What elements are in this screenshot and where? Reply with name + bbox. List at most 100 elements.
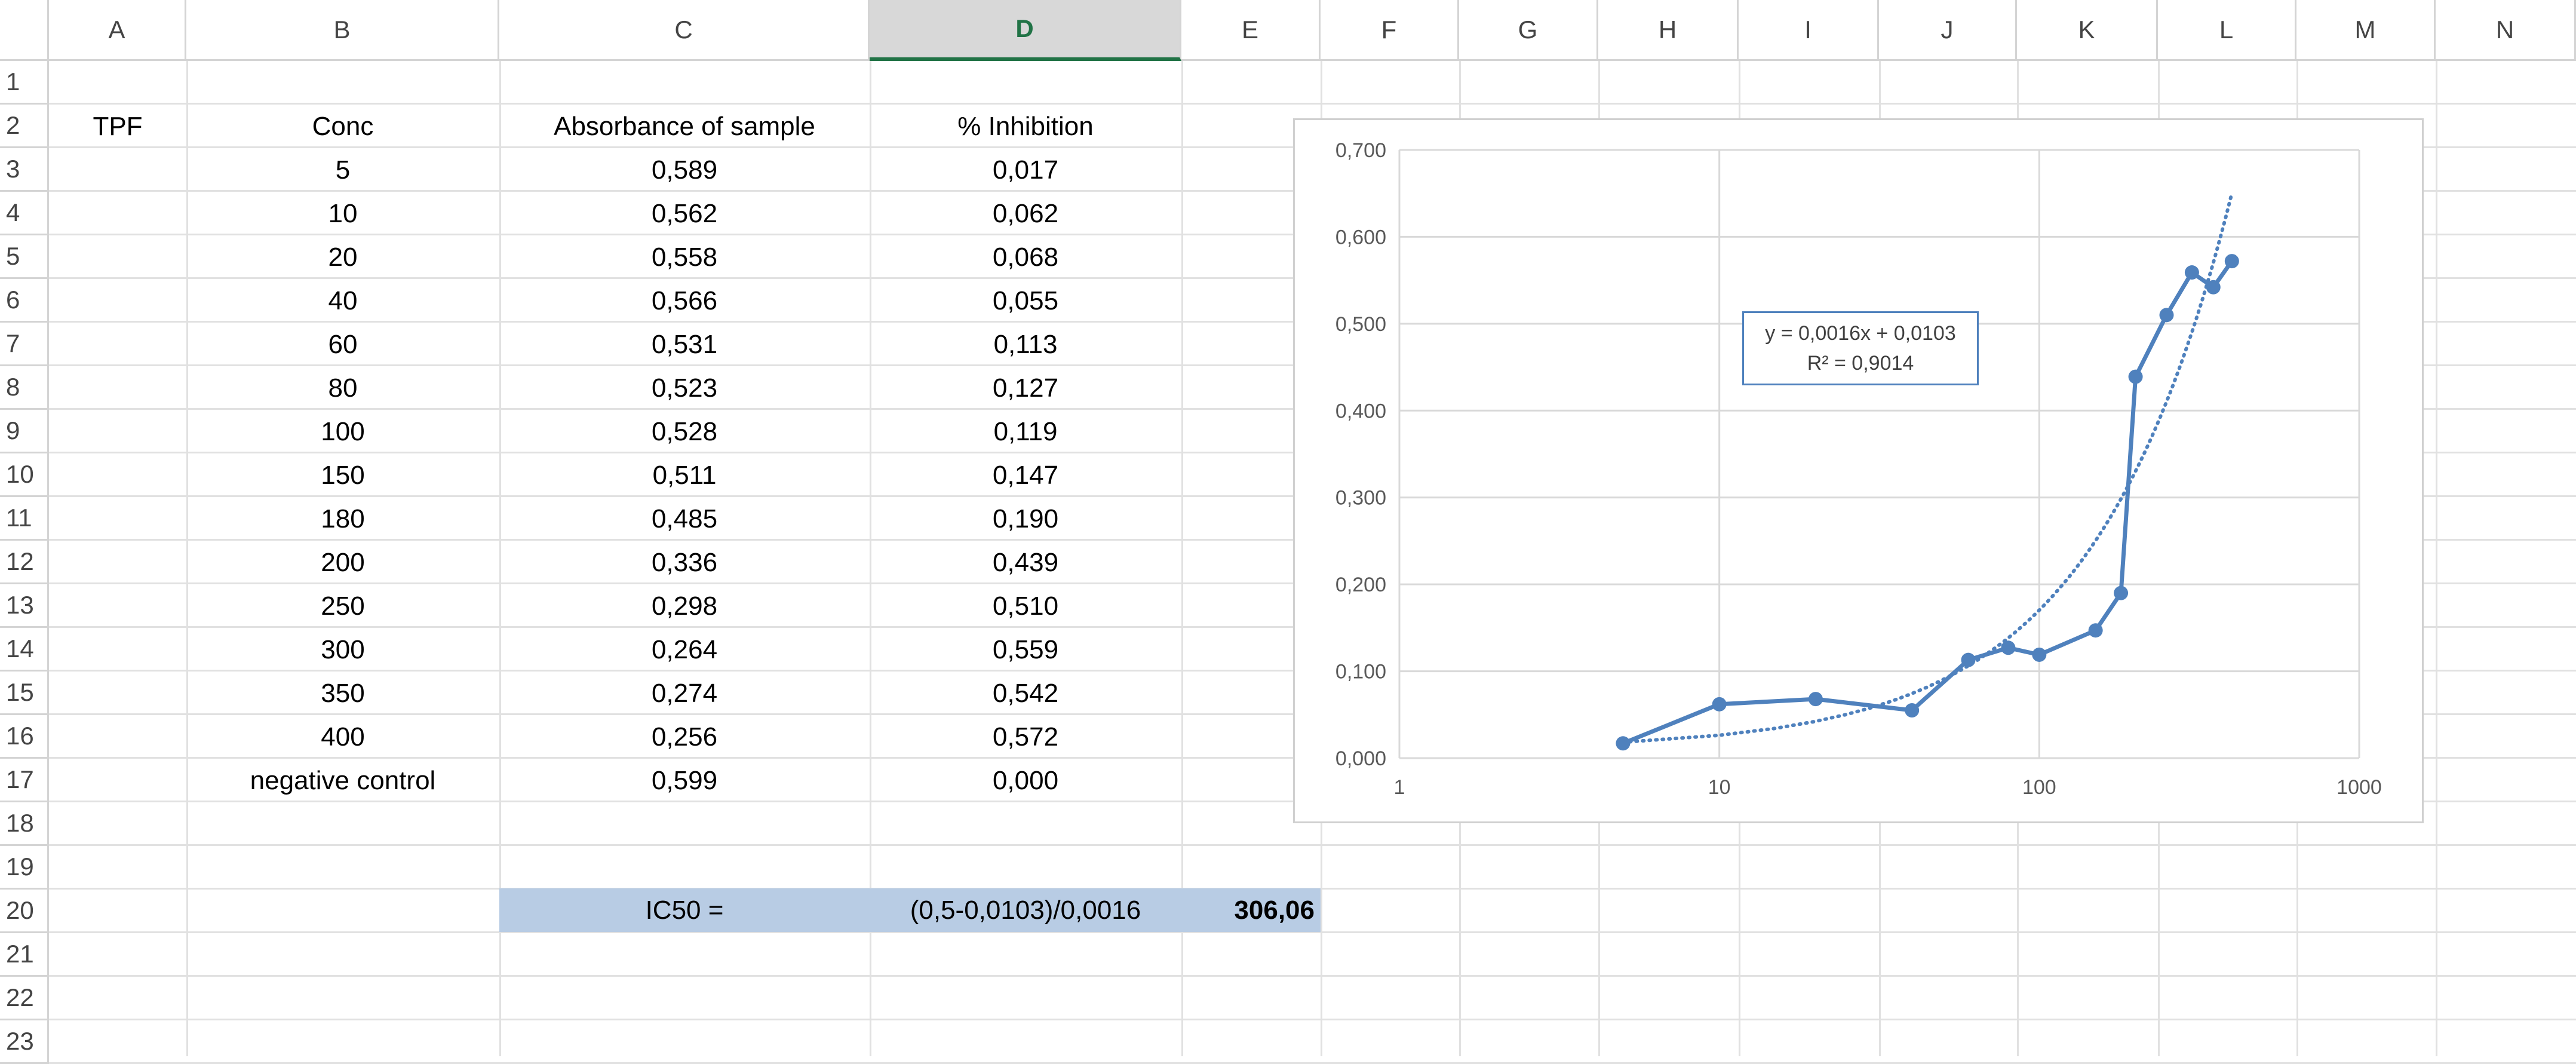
table-cell[interactable]: 180 (186, 497, 499, 541)
row-header-4[interactable]: 4 (0, 192, 49, 235)
table-cell[interactable]: 0,147 (870, 453, 1181, 497)
table-cell[interactable]: 0,055 (870, 279, 1181, 323)
table-cell[interactable]: 10 (186, 192, 499, 235)
header-cell[interactable]: Absorbance of sample (499, 105, 870, 148)
table-cell[interactable]: 0,599 (499, 759, 870, 802)
table-cell[interactable]: 0,000 (870, 759, 1181, 802)
row-header-10[interactable]: 10 (0, 453, 49, 497)
cell-a2-label[interactable]: TPF (49, 105, 186, 148)
table-cell[interactable]: 0,485 (499, 497, 870, 541)
row-header-13[interactable]: 13 (0, 584, 49, 628)
table-cell[interactable]: 0,542 (870, 671, 1181, 715)
table-cell[interactable]: 0,113 (870, 323, 1181, 366)
column-header-m[interactable]: M (2296, 0, 2436, 61)
table-cell[interactable]: 0,336 (499, 541, 870, 584)
table-cell[interactable]: 0,566 (499, 279, 870, 323)
row-header-17[interactable]: 17 (0, 759, 49, 802)
row-header-20[interactable]: 20 (0, 890, 49, 933)
table-cell[interactable]: 0,274 (499, 671, 870, 715)
ic50-result[interactable]: 306,06 (1181, 888, 1321, 932)
row-header-15[interactable]: 15 (0, 671, 49, 715)
row-header-21[interactable]: 21 (0, 933, 49, 977)
table-cell[interactable]: 200 (186, 541, 499, 584)
table-cell[interactable]: 0,062 (870, 192, 1181, 235)
table-cell[interactable]: 150 (186, 453, 499, 497)
row-header-22[interactable]: 22 (0, 977, 49, 1020)
y-tick-label: 0,400 (1335, 400, 1386, 422)
column-header-d[interactable]: D (870, 0, 1181, 61)
table-cell[interactable]: 5 (186, 148, 499, 192)
column-header-k[interactable]: K (2017, 0, 2158, 61)
row-header-14[interactable]: 14 (0, 628, 49, 671)
header-cell[interactable]: Conc (186, 105, 499, 148)
row-header-6[interactable]: 6 (0, 279, 49, 323)
table-cell[interactable]: 0,572 (870, 715, 1181, 759)
column-header-c[interactable]: C (499, 0, 870, 61)
table-cell[interactable]: 350 (186, 671, 499, 715)
table-cell[interactable]: 0,531 (499, 323, 870, 366)
table-cell[interactable]: 0,510 (870, 584, 1181, 628)
row-header-19[interactable]: 19 (0, 846, 49, 890)
x-tick-label: 1000 (2336, 776, 2382, 799)
column-header-f[interactable]: F (1321, 0, 1459, 61)
table-cell[interactable]: 40 (186, 279, 499, 323)
table-cell[interactable]: 0,017 (870, 148, 1181, 192)
trendline-equation: y = 0,0016x + 0,0103 (1765, 322, 1956, 345)
table-cell[interactable]: 0,528 (499, 410, 870, 453)
header-cell[interactable]: % Inhibition (870, 105, 1181, 148)
table-cell[interactable]: 80 (186, 366, 499, 410)
table-cell[interactable]: 0,558 (499, 235, 870, 279)
table-cell[interactable]: 0,511 (499, 453, 870, 497)
table-cell[interactable]: 60 (186, 323, 499, 366)
ic50-formula[interactable]: (0,5-0,0103)/0,0016 (870, 888, 1181, 932)
x-tick-label: 10 (1708, 776, 1731, 799)
column-header-h[interactable]: H (1598, 0, 1739, 61)
row-header-8[interactable]: 8 (0, 366, 49, 410)
column-header-l[interactable]: L (2158, 0, 2296, 61)
column-header-b[interactable]: B (186, 0, 499, 61)
column-header-e[interactable]: E (1181, 0, 1321, 61)
column-header-a[interactable]: A (49, 0, 186, 61)
trendline-equation-box[interactable]: y = 0,0016x + 0,0103 R² = 0,9014 (1742, 311, 1979, 385)
table-cell[interactable]: 0,562 (499, 192, 870, 235)
row-header-7[interactable]: 7 (0, 323, 49, 366)
row-header-3[interactable]: 3 (0, 148, 49, 192)
table-cell[interactable]: negative control (186, 759, 499, 802)
row-header-23[interactable]: 23 (0, 1020, 49, 1064)
column-header-n[interactable]: N (2436, 0, 2576, 61)
column-gridline (2436, 61, 2437, 1056)
table-cell[interactable]: 0,523 (499, 366, 870, 410)
table-cell[interactable]: 0,190 (870, 497, 1181, 541)
row-header-18[interactable]: 18 (0, 802, 49, 846)
column-header-g[interactable]: G (1459, 0, 1598, 61)
row-header-11[interactable]: 11 (0, 497, 49, 541)
column-header-j[interactable]: J (1879, 0, 2017, 61)
table-cell[interactable]: 0,127 (870, 366, 1181, 410)
table-cell[interactable]: 0,439 (870, 541, 1181, 584)
table-cell[interactable]: 0,559 (870, 628, 1181, 671)
row-header-16[interactable]: 16 (0, 715, 49, 759)
table-cell[interactable]: 0,264 (499, 628, 870, 671)
table-cell[interactable]: 0,298 (499, 584, 870, 628)
row-header-12[interactable]: 12 (0, 541, 49, 584)
row-header-5[interactable]: 5 (0, 235, 49, 279)
row-header-2[interactable]: 2 (0, 105, 49, 148)
inhibition-chart[interactable]: 0,000 0,100 0,200 0,300 0,400 0,500 0,600 0,700… (1293, 118, 2424, 823)
table-cell[interactable]: 300 (186, 628, 499, 671)
table-cell[interactable]: 100 (186, 410, 499, 453)
data-point (1808, 692, 1823, 707)
ic50-label[interactable]: IC50 = (499, 888, 870, 932)
table-cell[interactable]: 250 (186, 584, 499, 628)
column-header-i[interactable]: I (1739, 0, 1879, 61)
row-header-9[interactable]: 9 (0, 410, 49, 453)
select-all-corner[interactable] (0, 0, 49, 61)
table-cell[interactable]: 0,256 (499, 715, 870, 759)
data-point (1905, 703, 1920, 718)
table-cell[interactable]: 20 (186, 235, 499, 279)
table-cell[interactable]: 400 (186, 715, 499, 759)
table-cell[interactable]: 0,589 (499, 148, 870, 192)
row-header-1[interactable]: 1 (0, 61, 49, 105)
trendline-r-squared: R² = 0,9014 (1807, 352, 1914, 375)
table-cell[interactable]: 0,068 (870, 235, 1181, 279)
table-cell[interactable]: 0,119 (870, 410, 1181, 453)
